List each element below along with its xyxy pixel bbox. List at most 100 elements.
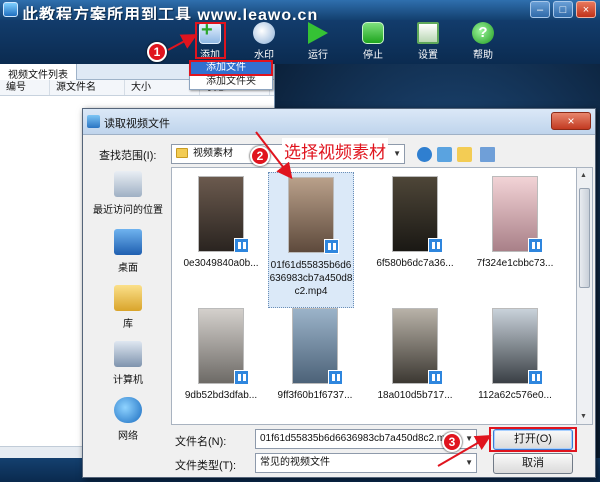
chevron-down-icon: ▼ (465, 458, 473, 467)
step-marker-1: 1 (147, 42, 167, 62)
video-file-icon (328, 370, 343, 385)
dialog-close-button[interactable]: × (551, 112, 591, 130)
file-view-scrollbar[interactable]: ▲ ▼ (577, 167, 593, 425)
run-arrow-icon (308, 22, 328, 44)
app-titlebar: 此教程方案所用到工具 www.leawo.cn – □ × (0, 0, 600, 24)
add-button-highlight (195, 22, 226, 59)
scroll-up-icon[interactable]: ▲ (580, 172, 587, 179)
place-network[interactable]: 网络 (87, 397, 169, 442)
column-source-name[interactable]: 源文件名 (50, 80, 125, 95)
watermark-icon (253, 22, 275, 44)
stop-label: 停止 (363, 50, 383, 61)
filetype-value: 常见的视频文件 (260, 457, 330, 468)
video-thumbnail (392, 308, 443, 385)
file-view: 0e3049840a0b... 01f61d55835b6d6636983cb7… (171, 167, 577, 425)
dialog-icon (87, 115, 100, 128)
file-name: 9db52bd3dfab... (184, 390, 258, 401)
help-icon: ? (472, 22, 494, 44)
help-label: 帮助 (473, 50, 493, 61)
filetype-select[interactable]: 常见的视频文件 ▼ (255, 453, 477, 473)
video-thumbnail (392, 176, 443, 253)
app-icon (3, 2, 18, 17)
settings-icon (417, 22, 439, 44)
place-computer[interactable]: 计算机 (87, 341, 169, 386)
video-thumbnail (492, 176, 543, 253)
video-file-icon (528, 238, 543, 253)
new-folder-icon[interactable] (457, 147, 472, 162)
recent-places-icon (114, 171, 142, 197)
lookin-value: 视频素材 (193, 148, 233, 159)
video-thumbnail (198, 176, 249, 253)
step-marker-3: 3 (442, 432, 462, 452)
lookin-label: 查找范围(I): (99, 150, 157, 162)
filename-value: 01f61d55835b6d6636983cb7a450d8c2.mp4 (260, 433, 457, 444)
file-item-selected[interactable]: 01f61d55835b6d6636983cb7a450d8c2.mp4 (268, 172, 354, 308)
window-controls: – □ × (530, 1, 596, 18)
run-button[interactable]: 运行 (298, 22, 338, 61)
video-thumbnail (492, 308, 543, 385)
watermark-button[interactable]: 水印 (244, 22, 284, 61)
watermark-label: 水印 (254, 50, 274, 61)
cancel-button[interactable]: 取消 (493, 453, 573, 474)
scrollbar-thumb[interactable] (579, 188, 590, 288)
chevron-down-icon: ▼ (393, 149, 401, 158)
dialog-title: 读取视频文件 (104, 118, 170, 130)
place-desktop[interactable]: 桌面 (87, 229, 169, 274)
file-name: 9ff3f60b1f6737... (277, 390, 353, 401)
file-item[interactable]: 9ff3f60b1f6737... (272, 308, 358, 401)
place-recent-label: 最近访问的位置 (93, 205, 163, 216)
file-item[interactable]: 0e3049840a0b... (178, 176, 264, 269)
settings-label: 设置 (418, 50, 438, 61)
file-name: 7f324e1cbbc73... (476, 258, 554, 269)
run-label: 运行 (308, 50, 328, 61)
stop-icon (362, 22, 384, 44)
file-item[interactable]: 7f324e1cbbc73... (472, 176, 558, 269)
filetype-label: 文件类型(T): (175, 460, 237, 472)
place-recent[interactable]: 最近访问的位置 (87, 171, 169, 216)
file-name: 18a010d5b717... (377, 390, 453, 401)
video-thumbnail (288, 177, 339, 254)
minimize-button[interactable]: – (530, 1, 550, 18)
video-file-icon (528, 370, 543, 385)
scroll-down-icon[interactable]: ▼ (580, 413, 587, 420)
computer-icon (114, 341, 142, 367)
file-item[interactable]: 6f580b6dc7a36... (372, 176, 458, 269)
settings-button[interactable]: 设置 (408, 22, 448, 61)
folder-icon (176, 148, 188, 159)
add-file-highlight (189, 60, 273, 76)
back-icon[interactable] (417, 147, 432, 162)
file-name: 6f580b6dc7a36... (376, 258, 454, 269)
filename-label: 文件名(N): (175, 436, 227, 448)
close-button[interactable]: × (576, 1, 596, 18)
file-item[interactable]: 112a62c576e0... (472, 308, 558, 401)
file-name: 0e3049840a0b... (183, 258, 259, 269)
screen: 此教程方案所用到工具 www.leawo.cn – □ × 添加 水印 运行 停… (0, 0, 600, 482)
tab-video-file-list[interactable]: 视频文件列表 (0, 64, 77, 81)
up-folder-icon[interactable] (437, 147, 452, 162)
open-file-dialog: 读取视频文件 × 查找范围(I): 视频素材 ▼ 最近访问的位置 桌面 库 计算… (82, 108, 596, 478)
file-item[interactable]: 18a010d5b717... (372, 308, 458, 401)
main-toolbar: 添加 水印 运行 停止 设置 ? 帮助 (0, 19, 600, 64)
file-item[interactable]: 9db52bd3dfab... (178, 308, 264, 401)
place-library-label: 库 (123, 319, 133, 330)
desktop-icon (114, 229, 142, 255)
place-library[interactable]: 库 (87, 285, 169, 330)
annotation-select-material: 选择视频素材 (282, 138, 388, 163)
video-file-icon (234, 238, 249, 253)
menu-item-add-folder[interactable]: 添加文件夹 (190, 75, 272, 89)
places-bar: 最近访问的位置 桌面 库 计算机 网络 (87, 167, 169, 442)
file-name: 112a62c576e0... (478, 390, 552, 401)
maximize-button[interactable]: □ (553, 1, 573, 18)
stop-button[interactable]: 停止 (353, 22, 393, 61)
column-number[interactable]: 编号 (0, 80, 50, 95)
view-menu-icon[interactable] (480, 147, 495, 162)
video-file-icon (324, 239, 339, 254)
library-icon (114, 285, 142, 311)
video-file-icon (428, 238, 443, 253)
video-file-icon (428, 370, 443, 385)
chevron-down-icon: ▼ (465, 434, 473, 443)
dialog-titlebar: 读取视频文件 × (83, 109, 595, 135)
place-network-label: 网络 (118, 431, 138, 442)
help-button[interactable]: ? 帮助 (463, 22, 503, 61)
step-marker-2: 2 (250, 146, 270, 166)
